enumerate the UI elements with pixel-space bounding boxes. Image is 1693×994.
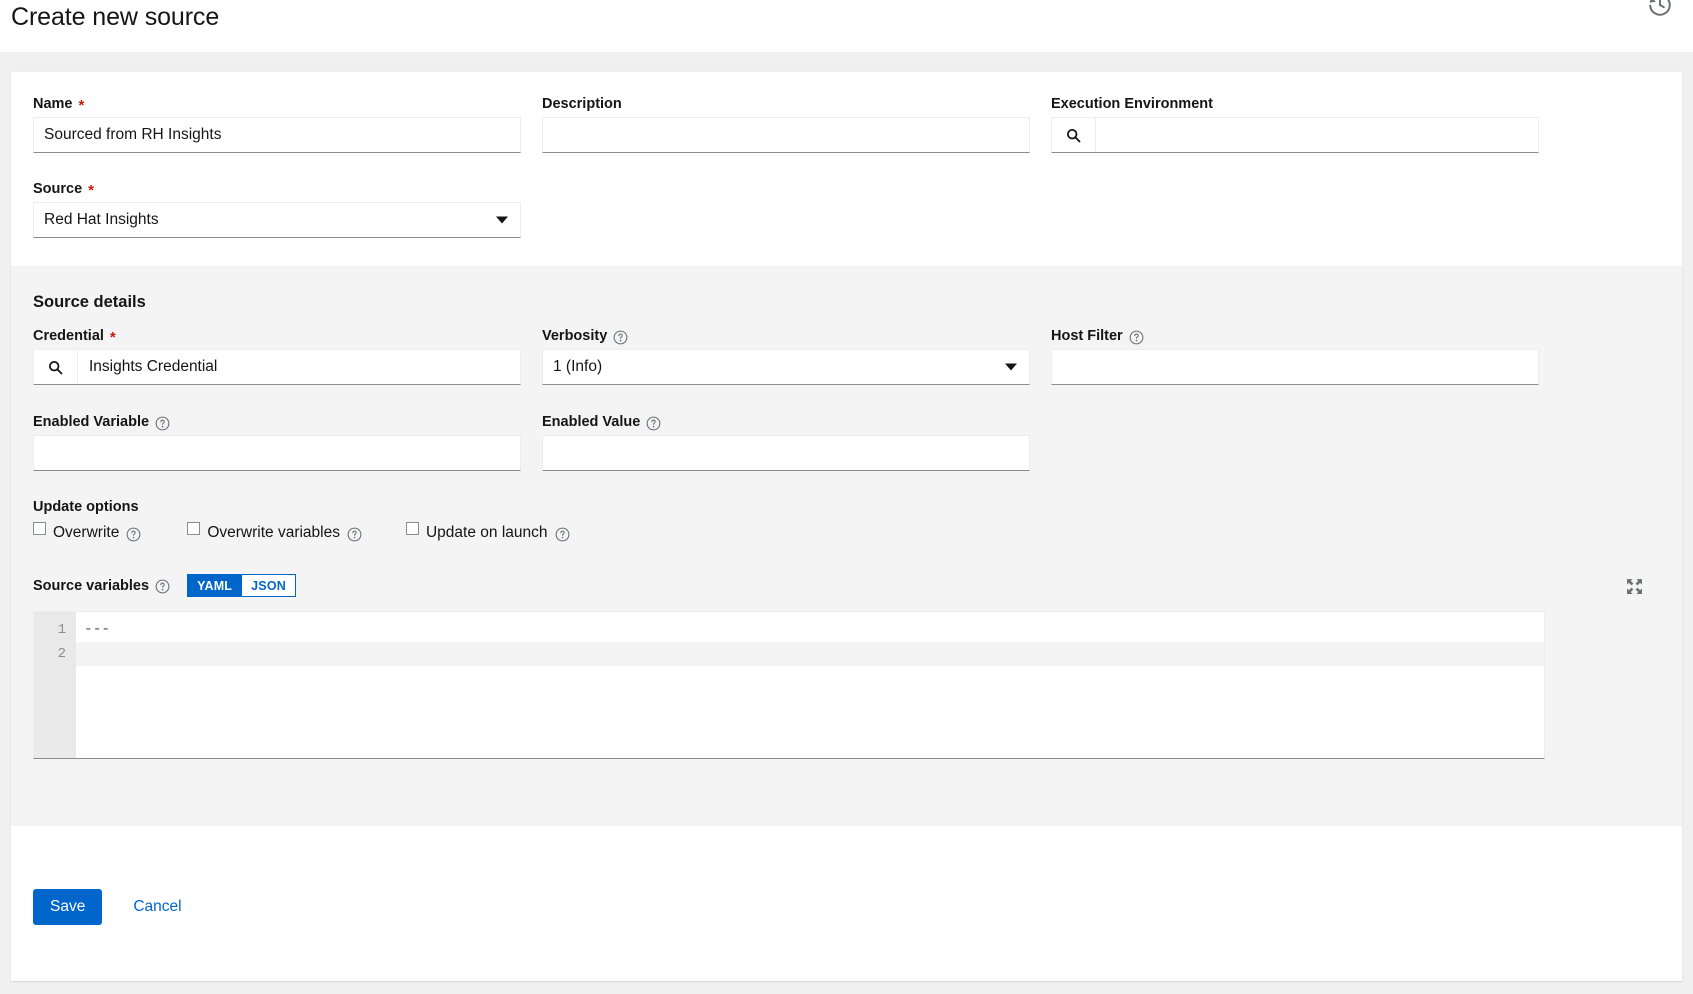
source-select[interactable]: Red Hat Insights [33,202,521,238]
update-on-launch-label: Update on launch [426,524,548,542]
cancel-button[interactable]: Cancel [123,889,191,925]
search-icon[interactable] [34,350,78,384]
overwrite-variables-label: Overwrite variables [207,524,340,542]
execution-environment-label: Execution Environment [1051,96,1539,112]
question-circle-icon[interactable] [347,527,362,542]
field-verbosity: Verbosity 1 (Info) [542,328,1030,385]
name-label: Name * [33,96,521,112]
verbosity-select[interactable]: 1 (Info) [542,349,1030,385]
chevron-down-icon [496,217,508,224]
editor-gutter: 1 2 [34,612,76,758]
source-details-title: Source details [33,293,146,312]
update-options-group: Update options Overwrite [33,499,633,542]
enabled-variable-label: Enabled Variable [33,414,521,430]
question-circle-icon[interactable] [155,579,170,594]
field-source: Source * Red Hat Insights [33,181,521,238]
page-title: Create new source [11,3,219,32]
editor-empty-area [76,666,1544,759]
field-execution-environment: Execution Environment [1051,96,1539,153]
enabled-value-label: Enabled Value [542,414,1030,430]
update-options-checkboxes: Overwrite Overwrite variables [33,524,633,542]
source-variables-label: Source variables [33,578,170,594]
credential-value[interactable]: Insights Credential [78,350,520,384]
expand-arrows-icon[interactable] [1626,578,1643,595]
field-enabled-variable: Enabled Variable [33,414,521,471]
description-label: Description [542,96,1030,112]
form-actions: Save Cancel [11,826,1682,981]
question-circle-icon[interactable] [126,527,141,542]
credential-label: Credential * [33,328,521,344]
top-bar: Create new source [0,0,1693,52]
save-button[interactable]: Save [33,889,102,925]
required-marker: * [110,330,116,345]
question-circle-icon[interactable] [555,527,570,542]
field-name: Name * [33,96,521,153]
overwrite-label: Overwrite [53,524,119,542]
enabled-value-input[interactable] [542,435,1030,471]
host-filter-input[interactable] [1051,349,1539,385]
enabled-variable-input[interactable] [33,435,521,471]
overwrite-checkbox[interactable] [33,522,46,535]
required-marker: * [88,183,94,198]
line-number: 2 [34,642,76,666]
checkbox-overwrite-variables[interactable]: Overwrite variables [187,524,362,542]
chevron-down-icon [1005,364,1017,371]
source-select-value: Red Hat Insights [44,211,159,229]
host-filter-label: Host Filter [1051,328,1539,344]
update-on-launch-checkbox[interactable] [406,522,419,535]
editor-code-area[interactable]: --- [76,612,1544,758]
source-label: Source * [33,181,521,197]
code-line: --- [76,618,1544,642]
required-marker: * [79,98,85,113]
question-circle-icon[interactable] [646,416,661,431]
code-line [76,642,1544,666]
credential-lookup[interactable]: Insights Credential [33,349,521,385]
checkbox-overwrite[interactable]: Overwrite [33,524,141,542]
json-toggle-button[interactable]: JSON [242,574,296,597]
source-variables-editor[interactable]: 1 2 --- [33,611,1545,759]
verbosity-select-value: 1 (Info) [553,358,602,376]
description-input[interactable] [542,117,1030,153]
execution-environment-lookup[interactable] [1051,117,1539,153]
update-options-label: Update options [33,499,633,515]
source-details-section: Source details Credential * Insights Cre… [11,266,1682,826]
search-icon[interactable] [1052,118,1096,152]
create-source-card: Name * Description Execution Environment [11,72,1682,981]
field-host-filter: Host Filter [1051,328,1539,385]
history-clock-icon[interactable] [1647,0,1673,18]
execution-environment-value[interactable] [1096,118,1538,152]
checkbox-update-on-launch[interactable]: Update on launch [406,524,570,542]
source-variables-header: Source variables YAML JSON [33,574,1661,597]
action-buttons: Save Cancel [33,889,192,925]
field-enabled-value: Enabled Value [542,414,1030,471]
line-number: 1 [34,618,76,642]
verbosity-label: Verbosity [542,328,1030,344]
overwrite-variables-checkbox[interactable] [187,522,200,535]
field-credential: Credential * Insights Credential [33,328,521,385]
question-circle-icon[interactable] [613,330,628,345]
question-circle-icon[interactable] [155,416,170,431]
basic-info-section: Name * Description Execution Environment [11,72,1682,266]
field-description: Description [542,96,1030,153]
yaml-toggle-button[interactable]: YAML [187,574,242,597]
variables-format-toggle: YAML JSON [187,574,296,597]
question-circle-icon[interactable] [1129,330,1144,345]
name-input[interactable] [33,117,521,153]
app-root: Create new source Name * [0,0,1693,994]
source-variables-group: Source variables YAML JSON [33,574,1661,759]
